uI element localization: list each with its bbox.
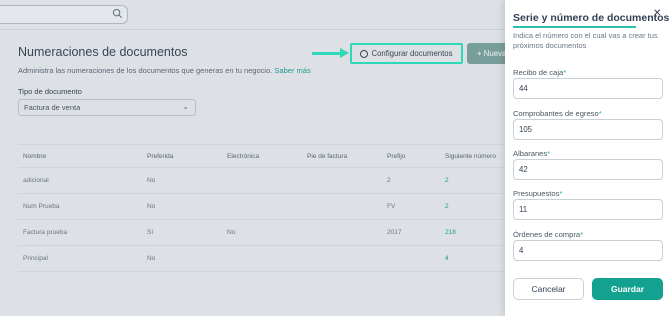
required-mark: *	[563, 68, 567, 77]
purchase-orders-input[interactable]: 4	[513, 240, 663, 261]
cell-next-number: 2	[445, 203, 449, 210]
top-bar	[0, 0, 505, 30]
configure-documents-label: Configurar documentos	[371, 49, 453, 58]
column-header-preferred[interactable]: Preferida	[147, 145, 173, 167]
cell-next-number: 2	[445, 177, 449, 184]
required-mark: *	[547, 149, 551, 158]
cell-name: Principal	[23, 255, 48, 262]
cell-prefix: 2	[387, 177, 391, 184]
expense-voucher-label: Comprobantes de egreso*	[513, 109, 602, 118]
expense-voucher-label-text: Comprobantes de egreso	[513, 109, 599, 118]
highlight-arrow-icon	[340, 48, 349, 58]
settings-icon	[360, 49, 369, 58]
page-subtitle-text: Administra las numeraciones de los docum…	[18, 66, 273, 75]
save-button[interactable]: Guardar	[592, 278, 663, 300]
quotes-label-text: Presupuestos	[513, 189, 560, 198]
search-icon	[112, 8, 123, 19]
configure-documents-button[interactable]: Configurar documentos	[350, 43, 463, 64]
delivery-notes-label-text: Albaranes	[513, 149, 548, 158]
document-type-label: Tipo de documento	[18, 87, 82, 96]
cell-next-number: 4	[445, 255, 449, 262]
cell-name: adicional	[23, 177, 49, 184]
purchase-orders-label: Órdenes de compra*	[513, 230, 583, 239]
cell-name: Factura prueba	[23, 229, 68, 236]
search-input[interactable]	[0, 5, 128, 24]
series-number-panel: Serie y número de documentos ✕ Indica el…	[505, 0, 670, 316]
panel-title-underline	[513, 26, 636, 28]
cell-preferred: No	[147, 255, 156, 262]
cash-receipt-label-text: Recibo de caja	[513, 68, 564, 77]
panel-title: Serie y número de documentos	[513, 12, 670, 24]
table-header-row: Nombre Preferida Electrónica Pie de fact…	[18, 144, 505, 168]
column-header-name[interactable]: Nombre	[23, 145, 46, 167]
quotes-label: Presupuestos*	[513, 189, 562, 198]
delivery-notes-input[interactable]: 42	[513, 159, 663, 180]
panel-description: Indica el número con el cual vas a crear…	[513, 31, 658, 50]
cell-name: Num Prueba	[23, 203, 60, 210]
delivery-notes-label: Albaranes*	[513, 149, 550, 158]
cell-preferred: No	[147, 177, 156, 184]
chevron-down-icon: ⌄	[182, 102, 189, 111]
learn-more-link[interactable]: Saber más	[274, 66, 310, 75]
table-row[interactable]: Num Prueba No FV 2	[18, 194, 505, 220]
quotes-input[interactable]: 11	[513, 199, 663, 220]
required-mark: *	[580, 230, 584, 239]
table-row[interactable]: adicional No 2 2	[18, 168, 505, 194]
cash-receipt-input[interactable]: 44	[513, 78, 663, 99]
required-mark: *	[598, 109, 602, 118]
highlight-arrow-shaft	[312, 52, 342, 55]
column-header-prefix[interactable]: Prefijo	[387, 145, 405, 167]
cell-prefix: FV	[387, 203, 396, 210]
numberings-table: Nombre Preferida Electrónica Pie de fact…	[18, 144, 505, 272]
cell-electronic: No	[227, 229, 236, 236]
table-row[interactable]: Factura prueba Sí No 2017 218	[18, 220, 505, 246]
cancel-button[interactable]: Cancelar	[513, 278, 584, 300]
document-type-select[interactable]: Factura de venta ⌄	[18, 99, 196, 116]
cash-receipt-label: Recibo de caja*	[513, 68, 566, 77]
column-header-electronic[interactable]: Electrónica	[227, 145, 259, 167]
purchase-orders-label-text: Órdenes de compra	[513, 230, 581, 239]
document-type-value: Factura de venta	[24, 103, 81, 112]
column-header-next-number[interactable]: Siguiente número	[445, 145, 496, 167]
cell-preferred: No	[147, 203, 156, 210]
table-row[interactable]: Principal No 4	[18, 246, 505, 272]
cell-prefix: 2017	[387, 229, 402, 236]
close-icon[interactable]: ✕	[653, 8, 661, 19]
required-mark: *	[559, 189, 563, 198]
new-numbering-button[interactable]: + Nueva	[467, 43, 507, 64]
page-title: Numeraciones de documentos	[18, 45, 188, 59]
cell-next-number: 218	[445, 229, 456, 236]
cell-preferred: Sí	[147, 229, 154, 236]
column-header-footer[interactable]: Pie de factura	[307, 145, 347, 167]
expense-voucher-input[interactable]: 105	[513, 119, 663, 140]
page-subtitle: Administra las numeraciones de los docum…	[18, 66, 311, 75]
